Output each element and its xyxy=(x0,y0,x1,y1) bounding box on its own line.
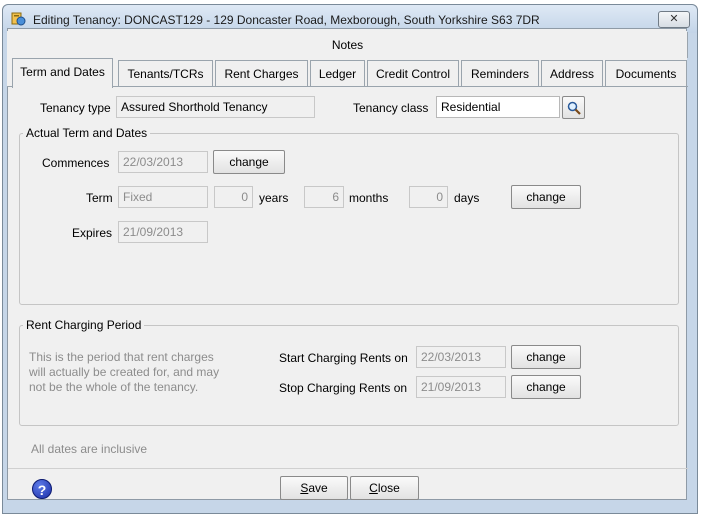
tab-term-and-dates[interactable]: Term and Dates xyxy=(12,58,113,88)
footer-separator xyxy=(8,468,688,469)
close-label: lose xyxy=(377,481,400,495)
tab-address[interactable]: Address xyxy=(541,60,603,86)
start-charging-label: Start Charging Rents on xyxy=(279,351,408,365)
actual-term-group-title: Actual Term and Dates xyxy=(23,126,151,140)
tab-documents[interactable]: Documents xyxy=(605,60,687,86)
close-icon: ✕ xyxy=(669,13,679,25)
term-months-field: 6 xyxy=(304,186,344,208)
rent-period-hint-line-3: not be the whole of the tenancy. xyxy=(29,380,199,394)
commences-change-button[interactable]: change xyxy=(213,150,285,174)
rent-period-hint-line-2: will actually be created for, and may xyxy=(29,365,220,379)
tab-tenants-tcrs[interactable]: Tenants/TCRs xyxy=(118,60,213,86)
tenancy-class-lookup-button[interactable] xyxy=(562,96,585,119)
close-accel: C xyxy=(369,481,378,495)
tenancy-type-field: Assured Shorthold Tenancy xyxy=(116,96,315,118)
term-days-field: 0 xyxy=(409,186,448,208)
close-window-button[interactable]: ✕ xyxy=(658,11,690,28)
stop-charging-field: 21/09/2013 xyxy=(416,376,506,398)
help-icon[interactable]: ? xyxy=(32,479,52,499)
months-label: months xyxy=(349,191,389,205)
save-label: ave xyxy=(308,481,328,495)
term-label: Term xyxy=(86,191,113,205)
close-button[interactable]: Close xyxy=(350,476,419,500)
tab-notes[interactable]: Notes xyxy=(8,32,688,58)
save-button[interactable]: Save xyxy=(280,476,348,500)
rent-charging-period-title: Rent Charging Period xyxy=(23,318,145,332)
tab-ledger[interactable]: Ledger xyxy=(310,60,365,86)
tab-reminders[interactable]: Reminders xyxy=(461,60,539,86)
app-icon xyxy=(11,12,26,26)
tenancy-class-field[interactable]: Residential xyxy=(436,96,560,118)
start-charging-change-button[interactable]: change xyxy=(511,345,581,369)
search-icon xyxy=(567,101,581,115)
start-charging-field: 22/03/2013 xyxy=(416,346,506,368)
tab-credit-control[interactable]: Credit Control xyxy=(367,60,459,86)
term-years-field: 0 xyxy=(214,186,253,208)
days-label: days xyxy=(454,191,480,205)
inclusive-note: All dates are inclusive xyxy=(31,442,148,456)
stop-charging-label: Stop Charging Rents on xyxy=(279,381,408,395)
expires-field: 21/09/2013 xyxy=(118,221,208,243)
expires-label: Expires xyxy=(72,226,113,240)
tenancy-class-label: Tenancy class xyxy=(353,101,429,115)
term-type-field: Fixed xyxy=(118,186,208,208)
window-title: Editing Tenancy: DONCAST129 - 129 Doncas… xyxy=(33,13,540,27)
tenancy-type-label: Tenancy type xyxy=(40,101,111,115)
years-label: years xyxy=(259,191,289,205)
commences-label: Commences xyxy=(42,156,110,170)
tab-rent-charges[interactable]: Rent Charges xyxy=(215,60,308,86)
rent-period-hint-line-1: This is the period that rent charges xyxy=(29,350,214,364)
term-change-button[interactable]: change xyxy=(511,185,581,209)
commences-field: 22/03/2013 xyxy=(118,151,208,173)
stop-charging-change-button[interactable]: change xyxy=(511,375,581,399)
